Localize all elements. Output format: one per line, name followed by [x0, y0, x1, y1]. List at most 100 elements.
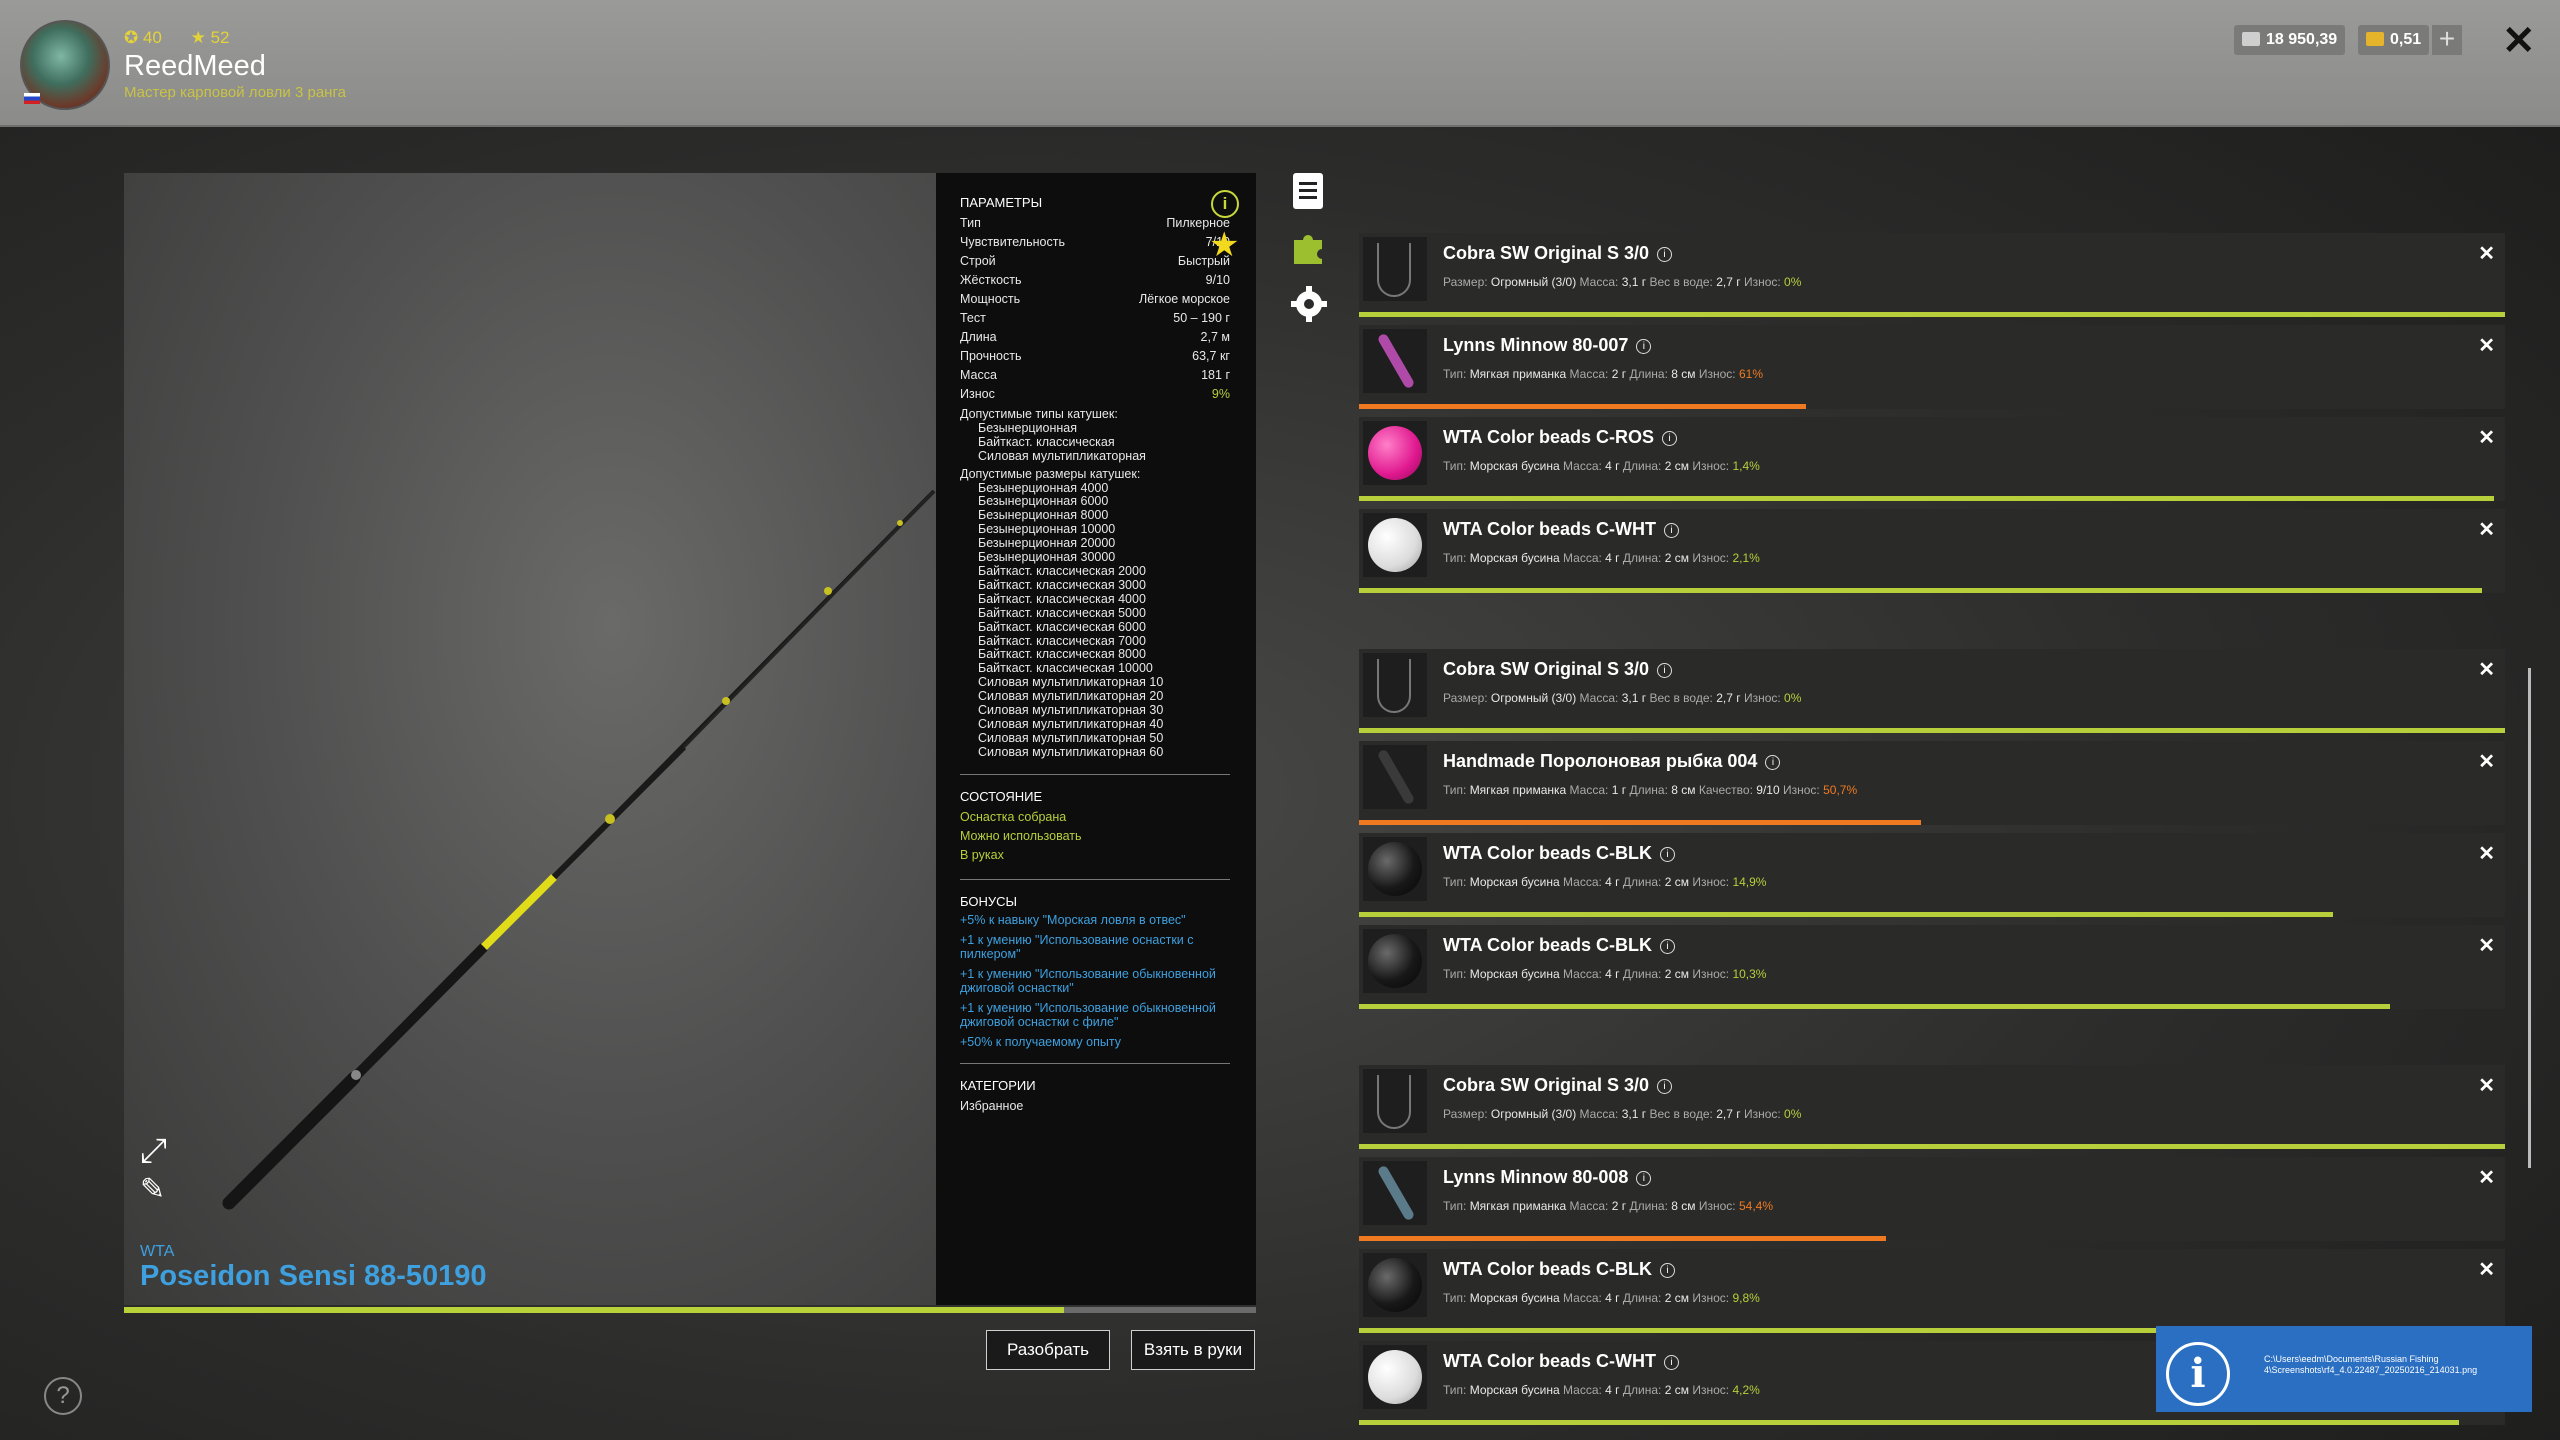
detail-value: 4 г [1605, 1383, 1620, 1397]
detail-value: Огромный (3/0) [1490, 1107, 1577, 1121]
remove-item-button[interactable]: ✕ [2478, 749, 2495, 774]
detail-value: Морская бусина [1469, 1383, 1560, 1397]
item-info-icon[interactable]: i [1660, 1263, 1675, 1278]
item-details: Тип: Мягкая приманка Масса: 2 г Длина: 8… [1443, 367, 1763, 381]
remove-item-button[interactable]: ✕ [2478, 425, 2495, 450]
item-wear-bar [1359, 1236, 1887, 1241]
screenshot-notification[interactable]: i C:\Users\eedm\Documents\Russian Fishin… [2156, 1326, 2532, 1412]
item-info-icon[interactable]: i [1660, 847, 1675, 862]
tackle-item[interactable]: Lynns Minnow 80-007 i Тип: Мягкая приманка… [1359, 325, 2505, 409]
detail-value: 2 см [1664, 459, 1689, 473]
remove-item-button[interactable]: ✕ [2478, 841, 2495, 866]
tackle-item[interactable]: Cobra SW Original S 3/0 i Размер: Огромный… [1359, 1065, 2505, 1149]
detail-label: Масса: [1579, 691, 1619, 705]
detail-value: 3,1 г [1621, 1107, 1647, 1121]
detail-value: Огромный (3/0) [1490, 691, 1577, 705]
avatar[interactable] [20, 20, 110, 110]
disassemble-button[interactable]: Разобрать [986, 1330, 1110, 1370]
remove-item-button[interactable]: ✕ [2478, 933, 2495, 958]
favorite-star-icon[interactable]: ★ [1209, 228, 1239, 262]
tackle-item[interactable]: Cobra SW Original S 3/0 i Размер: Огромный… [1359, 233, 2505, 317]
item-info-icon[interactable]: i [1657, 247, 1673, 262]
info-icon[interactable]: i [1211, 190, 1239, 218]
detail-value: 2,7 г [1716, 275, 1741, 289]
wear-value: 4,2% [1732, 1383, 1760, 1397]
item-info-icon[interactable]: i [1765, 755, 1781, 770]
detail-value: 4 г [1605, 875, 1620, 889]
detail-label: Длина: [1629, 1199, 1668, 1213]
parameter-value: 50 – 190 г [1173, 311, 1230, 325]
tackle-item[interactable]: WTA Color beads C-WHT i Тип: Морская бусин… [1359, 509, 2505, 593]
reel-sizes-title: Допустимые размеры катушек: [960, 466, 1141, 481]
add-currency-button[interactable]: + [2432, 25, 2462, 55]
tackle-item[interactable]: WTA Color beads C-ROS i Тип: Морская бусин… [1359, 417, 2505, 501]
detail-label: Масса: [1563, 967, 1602, 981]
item-info-icon[interactable]: i [1636, 339, 1652, 354]
wear-value: 0% [1784, 691, 1802, 705]
close-button[interactable]: ✕ [2502, 18, 2536, 64]
tackle-item[interactable]: WTA Color beads C-BLK i Тип: Морская бусин… [1359, 925, 2505, 1009]
tackle-item[interactable]: Handmade Поролоновая рыбка 004 i Тип: Мягк… [1359, 741, 2505, 825]
item-info-icon[interactable]: i [1660, 939, 1675, 954]
detail-label: Масса: [1569, 1199, 1609, 1213]
tackle-puzzle-icon[interactable] [1290, 228, 1326, 264]
parameters-title: ПАРАМЕТРЫ [960, 195, 1043, 210]
parameter-label: Масса [960, 368, 997, 382]
detail-value: 2 см [1664, 967, 1689, 981]
notes-icon[interactable] [1290, 172, 1326, 209]
item-info-icon[interactable]: i [1662, 431, 1677, 446]
wear-value: 10,3% [1732, 967, 1767, 981]
remove-item-button[interactable]: ✕ [2478, 333, 2495, 358]
item-info-icon[interactable]: i [1663, 523, 1679, 538]
gold-balance[interactable]: 0,51 [2358, 25, 2430, 55]
remove-item-button[interactable]: ✕ [2478, 241, 2495, 266]
item-thumbnail [1363, 329, 1427, 393]
hook-image [1377, 659, 1411, 713]
tackle-item[interactable]: WTA Color beads C-BLK i Тип: Морская бусин… [1359, 1249, 2505, 1333]
item-info-icon[interactable]: i [1657, 1079, 1673, 1094]
tackle-item[interactable]: Lynns Minnow 80-008 i Тип: Мягкая приманка… [1359, 1157, 2505, 1241]
item-name: WTA Color beads C-BLK i [1443, 843, 1675, 864]
parameter-row: Износ 9% [960, 385, 1230, 404]
item-name: WTA Color beads C-WHT i [1443, 519, 1679, 540]
item-thumbnail [1363, 745, 1427, 809]
detail-label: Длина: [1629, 367, 1668, 381]
paint-brush-icon[interactable]: ✎ [140, 1172, 165, 1207]
remove-item-button[interactable]: ✕ [2478, 517, 2495, 542]
detail-label: Вес в воде: [1649, 275, 1713, 289]
tackle-list[interactable]: Тип: Маленькое филе Масса: 15 г Вес в во… [1359, 125, 2505, 1440]
item-name-text: WTA Color beads C-ROS [1443, 427, 1654, 447]
scrollbar[interactable] [2528, 668, 2531, 1168]
item-info-icon[interactable]: i [1663, 1355, 1679, 1370]
remove-item-button[interactable]: ✕ [2478, 657, 2495, 682]
item-info-icon[interactable]: i [1636, 1171, 1652, 1186]
bead-image [1368, 426, 1422, 480]
detail-value: 2,7 г [1716, 691, 1741, 705]
wear-value: 0% [1784, 275, 1802, 289]
detail-value: Морская бусина [1469, 1291, 1560, 1305]
item-info-icon[interactable]: i [1657, 663, 1673, 678]
help-icon[interactable]: ? [44, 1377, 82, 1415]
tackle-item[interactable]: Cobra SW Original S 3/0 i Размер: Огромный… [1359, 649, 2505, 733]
silver-balance[interactable]: 18 950,39 [2234, 25, 2346, 55]
remove-item-button[interactable]: ✕ [2478, 1165, 2495, 1190]
item-name-text: Cobra SW Original S 3/0 [1443, 243, 1650, 263]
reel-type-item: Безынерционная [978, 420, 1078, 435]
detail-value: Мягкая приманка [1469, 367, 1567, 381]
item-name: Cobra SW Original S 3/0 i [1443, 1075, 1673, 1096]
parameter-row: Тип Пилкерное [960, 214, 1230, 233]
detail-label: Масса: [1569, 367, 1609, 381]
take-in-hands-button[interactable]: Взять в руки [1131, 1330, 1255, 1370]
tackle-item[interactable]: WTA Color beads C-BLK i Тип: Морская бусин… [1359, 833, 2505, 917]
remove-item-button[interactable]: ✕ [2478, 1073, 2495, 1098]
expand-icon[interactable]: ⤢ [140, 1132, 167, 1171]
detail-label: Тип: [1443, 967, 1467, 981]
parameter-value: 181 г [1201, 368, 1230, 382]
rod-preview[interactable] [124, 173, 936, 1305]
parameter-row: Масса 181 г [960, 366, 1230, 385]
remove-item-button[interactable]: ✕ [2478, 1257, 2495, 1282]
item-thumbnail [1363, 421, 1427, 485]
reel-size-item: Байткаст. классическая 10000 [978, 661, 1153, 676]
detail-value: Морская бусина [1469, 459, 1560, 473]
settings-gear-icon[interactable] [1290, 285, 1327, 322]
